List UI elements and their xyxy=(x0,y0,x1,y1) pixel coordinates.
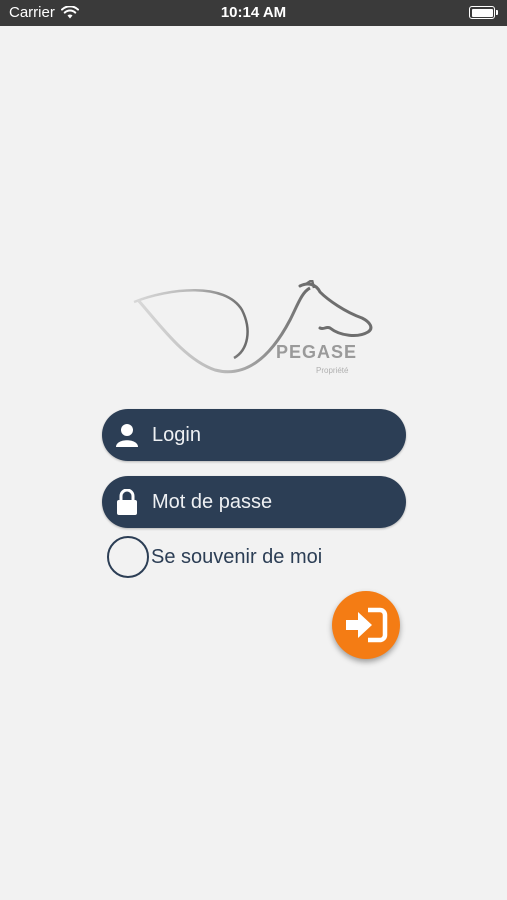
remember-me-checkbox[interactable] xyxy=(107,536,149,578)
password-placeholder: Mot de passe xyxy=(152,490,273,513)
remember-me-label[interactable]: Se souvenir de moi xyxy=(151,546,322,569)
battery-level xyxy=(471,8,493,17)
password-field[interactable]: Mot de passe xyxy=(102,476,406,528)
status-time: 10:14 AM xyxy=(220,4,287,21)
remember-me-row: Se souvenir de moi xyxy=(107,536,322,578)
lock-icon xyxy=(116,489,138,515)
login-field[interactable]: Login xyxy=(102,409,406,461)
login-placeholder: Login xyxy=(152,423,201,446)
pegase-logo: PEGASE Propriété xyxy=(130,277,380,380)
pegasus-horse-icon xyxy=(133,277,373,374)
battery-icon xyxy=(469,6,498,19)
status-bar: Carrier 10:14 AM xyxy=(0,0,507,26)
user-icon xyxy=(116,423,138,447)
logo-brand-text: PEGASE xyxy=(276,342,358,362)
sign-in-icon xyxy=(346,607,388,643)
logo-tagline: Propriété xyxy=(316,366,349,375)
sign-in-button[interactable] xyxy=(332,591,400,659)
